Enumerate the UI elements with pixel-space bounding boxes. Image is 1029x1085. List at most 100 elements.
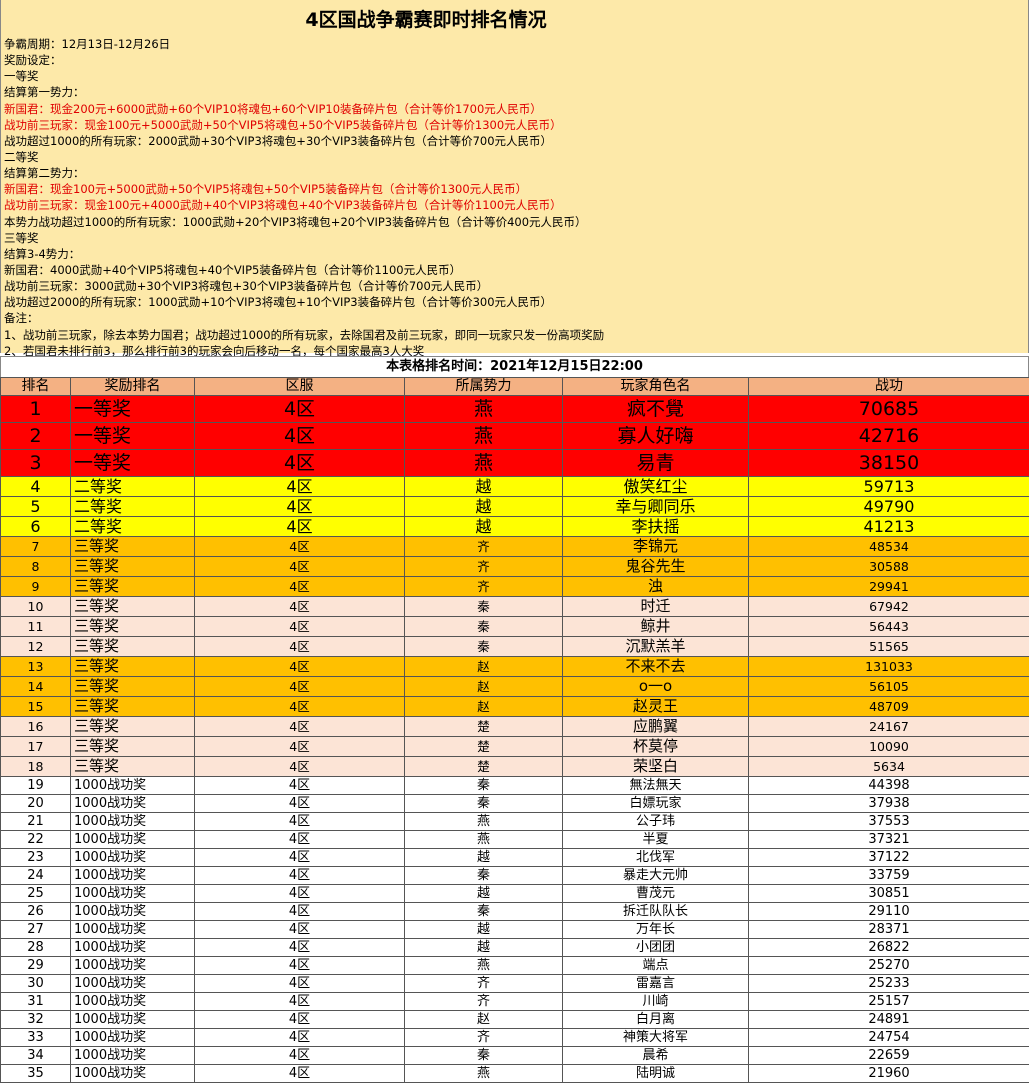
cell-rank[interactable]: 24 [0,866,71,885]
cell-server[interactable]: 4区 [194,830,405,849]
cell-player-name[interactable]: 公子玮 [562,812,749,831]
cell-award[interactable]: 1000战功奖 [70,776,195,795]
cell-server[interactable]: 4区 [194,848,405,867]
cell-rank[interactable]: 11 [0,616,71,637]
cell-merit[interactable]: 44398 [748,776,1029,795]
cell-merit[interactable]: 28371 [748,920,1029,939]
column-header-award[interactable]: 奖励排名 [70,377,195,396]
cell-player-name[interactable]: 时迁 [562,596,749,617]
cell-server[interactable]: 4区 [194,596,405,617]
cell-server[interactable]: 4区 [194,556,405,577]
cell-server[interactable]: 4区 [194,866,405,885]
cell-award[interactable]: 1000战功奖 [70,866,195,885]
cell-merit[interactable]: 33759 [748,866,1029,885]
cell-player-name[interactable]: 端点 [562,956,749,975]
cell-award[interactable]: 二等奖 [70,476,195,497]
cell-player-name[interactable]: 疯不覺 [562,395,749,423]
cell-server[interactable]: 4区 [194,576,405,597]
cell-faction[interactable]: 齐 [404,576,563,597]
cell-award[interactable]: 1000战功奖 [70,812,195,831]
cell-faction[interactable]: 燕 [404,422,563,450]
column-header-rank[interactable]: 排名 [0,377,71,396]
cell-merit[interactable]: 10090 [748,736,1029,757]
cell-rank[interactable]: 6 [0,516,71,537]
cell-faction[interactable]: 燕 [404,395,563,423]
cell-award[interactable]: 1000战功奖 [70,956,195,975]
cell-faction[interactable]: 燕 [404,812,563,831]
cell-rank[interactable]: 13 [0,656,71,677]
cell-award[interactable]: 三等奖 [70,756,195,777]
cell-rank[interactable]: 7 [0,536,71,557]
cell-server[interactable]: 4区 [194,920,405,939]
cell-faction[interactable]: 秦 [404,794,563,813]
cell-server[interactable]: 4区 [194,992,405,1011]
cell-player-name[interactable]: 易青 [562,449,749,477]
cell-merit[interactable]: 25233 [748,974,1029,993]
cell-award[interactable]: 三等奖 [70,596,195,617]
cell-player-name[interactable]: 晨希 [562,1046,749,1065]
cell-server[interactable]: 4区 [194,449,405,477]
cell-server[interactable]: 4区 [194,938,405,957]
cell-rank[interactable]: 2 [0,422,71,450]
cell-faction[interactable]: 燕 [404,449,563,477]
cell-server[interactable]: 4区 [194,902,405,921]
cell-server[interactable]: 4区 [194,636,405,657]
cell-award[interactable]: 1000战功奖 [70,992,195,1011]
cell-rank[interactable]: 25 [0,884,71,903]
cell-server[interactable]: 4区 [194,422,405,450]
cell-player-name[interactable]: 万年长 [562,920,749,939]
cell-faction[interactable]: 秦 [404,616,563,637]
cell-award[interactable]: 三等奖 [70,636,195,657]
cell-merit[interactable]: 30588 [748,556,1029,577]
cell-faction[interactable]: 燕 [404,830,563,849]
cell-award[interactable]: 1000战功奖 [70,902,195,921]
cell-award[interactable]: 三等奖 [70,736,195,757]
cell-award[interactable]: 三等奖 [70,696,195,717]
cell-merit[interactable]: 29941 [748,576,1029,597]
cell-rank[interactable]: 14 [0,676,71,697]
cell-award[interactable]: 1000战功奖 [70,938,195,957]
cell-player-name[interactable]: 幸与卿同乐 [562,496,749,517]
cell-rank[interactable]: 28 [0,938,71,957]
cell-rank[interactable]: 4 [0,476,71,497]
cell-faction[interactable]: 燕 [404,1064,563,1083]
cell-merit[interactable]: 24167 [748,716,1029,737]
cell-award[interactable]: 三等奖 [70,616,195,637]
cell-award[interactable]: 三等奖 [70,556,195,577]
cell-rank[interactable]: 19 [0,776,71,795]
cell-rank[interactable]: 5 [0,496,71,517]
cell-faction[interactable]: 齐 [404,556,563,577]
cell-rank[interactable]: 32 [0,1010,71,1029]
cell-award[interactable]: 1000战功奖 [70,830,195,849]
cell-faction[interactable]: 楚 [404,756,563,777]
cell-merit[interactable]: 51565 [748,636,1029,657]
cell-rank[interactable]: 35 [0,1064,71,1083]
cell-server[interactable]: 4区 [194,1010,405,1029]
cell-player-name[interactable]: 沉默羔羊 [562,636,749,657]
cell-player-name[interactable]: 北伐军 [562,848,749,867]
cell-player-name[interactable]: o一o [562,676,749,697]
cell-award[interactable]: 1000战功奖 [70,1046,195,1065]
cell-player-name[interactable]: 鲸井 [562,616,749,637]
cell-merit[interactable]: 21960 [748,1064,1029,1083]
column-header-server[interactable]: 区服 [194,377,405,396]
cell-merit[interactable]: 24754 [748,1028,1029,1047]
cell-merit[interactable]: 22659 [748,1046,1029,1065]
cell-faction[interactable]: 楚 [404,716,563,737]
cell-server[interactable]: 4区 [194,536,405,557]
cell-player-name[interactable]: 浊 [562,576,749,597]
cell-rank[interactable]: 3 [0,449,71,477]
cell-merit[interactable]: 30851 [748,884,1029,903]
cell-server[interactable]: 4区 [194,812,405,831]
cell-rank[interactable]: 27 [0,920,71,939]
cell-award[interactable]: 三等奖 [70,656,195,677]
cell-faction[interactable]: 齐 [404,974,563,993]
cell-rank[interactable]: 34 [0,1046,71,1065]
cell-merit[interactable]: 5634 [748,756,1029,777]
cell-player-name[interactable]: 杯莫停 [562,736,749,757]
cell-award[interactable]: 三等奖 [70,576,195,597]
cell-rank[interactable]: 1 [0,395,71,423]
cell-merit[interactable]: 49790 [748,496,1029,517]
cell-player-name[interactable]: 川崎 [562,992,749,1011]
cell-rank[interactable]: 31 [0,992,71,1011]
